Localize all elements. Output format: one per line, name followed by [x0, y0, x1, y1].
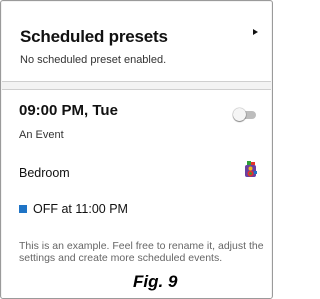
event-enable-toggle[interactable]: [233, 108, 257, 122]
toggle-knob: [233, 108, 246, 121]
event-status: OFF at 11:00 PM: [33, 202, 128, 216]
scheduled-presets-card[interactable]: Scheduled presets No scheduled preset en…: [2, 2, 271, 82]
figure-label: Fig. 9: [133, 272, 178, 291]
status-color-square: [19, 205, 27, 213]
scheduled-presets-title: Scheduled presets: [20, 27, 168, 46]
event-time: 09:00 PM, Tue: [19, 102, 118, 119]
chevron-right-icon[interactable]: [253, 29, 258, 35]
example-hint-text: This is an example. Feel free to rename …: [19, 240, 264, 264]
scheduled-event-card[interactable]: [2, 89, 271, 298]
event-room: Bedroom: [19, 166, 70, 180]
event-name: An Event: [19, 129, 64, 141]
scheduled-presets-subtitle: No scheduled preset enabled.: [20, 54, 167, 66]
colorful-speaker-icon[interactable]: [244, 161, 258, 179]
app-screen: Scheduled presets No scheduled preset en…: [0, 0, 273, 299]
